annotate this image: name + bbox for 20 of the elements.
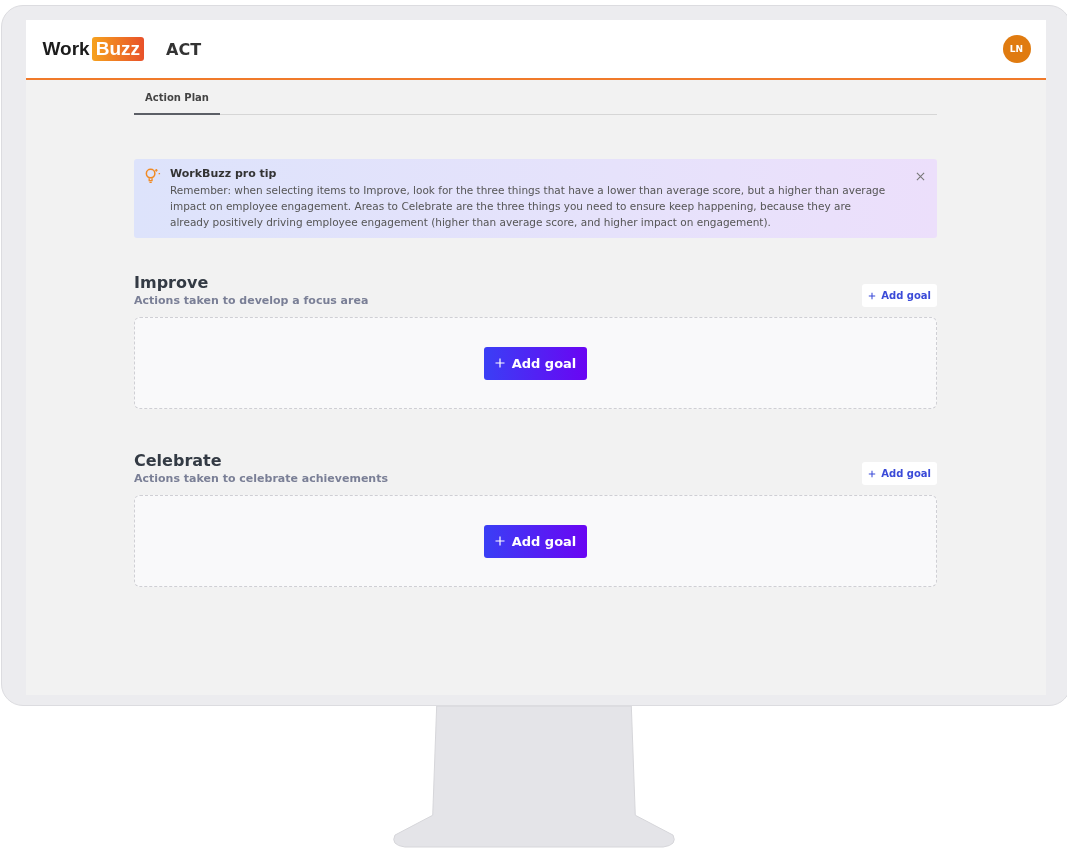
- add-goal-button[interactable]: Add goal: [862, 462, 937, 485]
- section-title: Improve: [134, 273, 210, 292]
- section-subtitle: Actions taken to develop a focus area: [134, 294, 369, 307]
- app-name: ACT: [166, 39, 202, 59]
- plus-icon: [494, 536, 505, 546]
- plus-icon: [868, 291, 877, 300]
- plus-icon: [868, 469, 877, 478]
- section-title: Celebrate: [134, 451, 223, 470]
- tip-text: Remember: when selecting items to Improve, look for the three things that have a lower than average score, but a higher than average impact on employee engagement. Areas to Celebrate are the three things you need to ensure keep happening, because they are already positively driving employee engagement (higher than average score, and higher impact on engagement).: [170, 183, 887, 230]
- add-goal-button[interactable]: Add goal: [862, 284, 937, 307]
- logo-badge: Buzz: [91, 37, 144, 61]
- tip-title: WorkBuzz pro tip: [170, 167, 278, 180]
- logo-text: Work: [42, 38, 90, 60]
- lightbulb-icon: [144, 167, 161, 184]
- tab[interactable]: Action Plan: [134, 82, 220, 115]
- plus-icon: [494, 358, 505, 368]
- add-goal-button[interactable]: Add goal: [483, 346, 588, 380]
- add-goal-button[interactable]: Add goal: [483, 524, 588, 558]
- close-icon[interactable]: [916, 172, 925, 181]
- section-subtitle: Actions taken to celebrate achievements: [134, 472, 388, 485]
